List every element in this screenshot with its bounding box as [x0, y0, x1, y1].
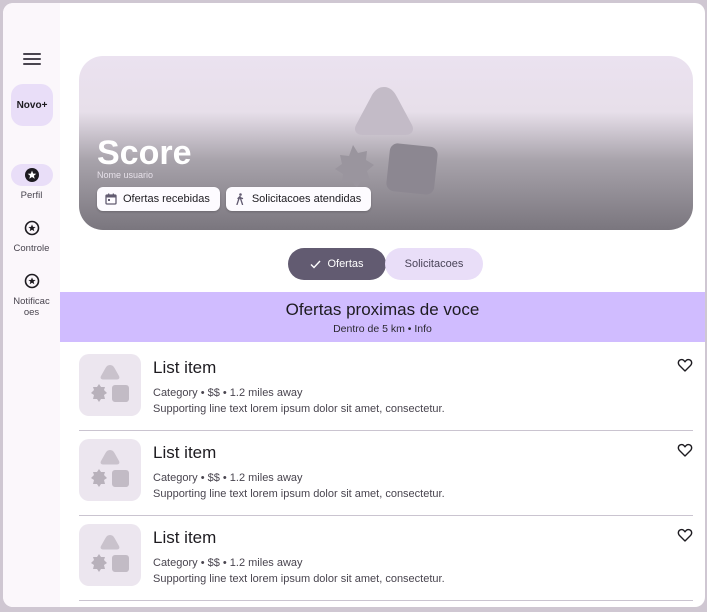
item-title: List item — [153, 528, 217, 547]
star-circle-icon — [10, 164, 53, 186]
item-supporting-text: Supporting line text lorem ipsum dolor s… — [153, 488, 445, 500]
banner-subtitle: Dentro de 5 km • Info — [333, 323, 432, 335]
item-title: List item — [153, 358, 217, 377]
placeholder-shapes-icon — [91, 450, 129, 487]
segment-ofertas[interactable]: Ofertas — [288, 248, 386, 280]
thumbnail — [79, 439, 141, 501]
thumbnail — [79, 524, 141, 586]
item-meta: Category • $$ • 1.2 miles away — [153, 387, 303, 399]
check-icon — [310, 260, 321, 269]
new-button[interactable]: Novo+ — [11, 84, 53, 126]
heart-icon[interactable] — [677, 527, 693, 543]
item-supporting-text: Supporting line text lorem ipsum dolor s… — [153, 403, 445, 415]
offers-list: List item Category • $$ • 1.2 miles away… — [79, 346, 693, 601]
user-name: Nome usuario — [97, 170, 154, 180]
item-title: List item — [153, 443, 217, 462]
chip-label: Solicitacoes atendidas — [251, 193, 362, 205]
star-circle-icon — [11, 270, 53, 292]
score-title: Score — [97, 134, 192, 172]
star-circle-icon — [11, 217, 53, 239]
list-item[interactable]: List item Category • $$ • 1.2 miles away… — [79, 346, 693, 431]
rail-item-controle[interactable]: Controle — [3, 217, 60, 254]
item-meta: Category • $$ • 1.2 miles away — [153, 472, 303, 484]
rail-label-notificacoes: Notificac oes — [13, 296, 50, 318]
list-item[interactable]: List item Category • $$ • 1.2 miles away… — [79, 516, 693, 601]
placeholder-shapes-icon — [91, 365, 129, 402]
segment-label: Ofertas — [327, 258, 364, 270]
placeholder-shapes-icon — [335, 87, 438, 195]
score-card: Score Nome usuario Ofertas recebidas Sol… — [79, 56, 693, 230]
rail-label-controle: Controle — [13, 243, 50, 254]
thumbnail — [79, 354, 141, 416]
app-window: Novo+ Perfil Controle Notificac oes Scor… — [3, 3, 705, 607]
placeholder-shapes-icon — [91, 535, 129, 572]
navigation-rail: Novo+ Perfil Controle Notificac oes — [3, 3, 60, 607]
walk-icon — [236, 193, 243, 205]
rail-item-perfil[interactable]: Perfil — [3, 164, 60, 201]
item-supporting-text: Supporting line text lorem ipsum dolor s… — [153, 573, 445, 585]
rail-item-notificacoes[interactable]: Notificac oes — [3, 270, 60, 318]
chip-solicitacoes-atendidas[interactable]: Solicitacoes atendidas — [225, 187, 372, 211]
chip-label: Ofertas recebidas — [123, 193, 210, 205]
list-item[interactable]: List item Category • $$ • 1.2 miles away… — [79, 431, 693, 516]
menu-icon[interactable] — [20, 51, 44, 67]
calendar-icon — [105, 193, 117, 205]
item-meta: Category • $$ • 1.2 miles away — [153, 557, 303, 569]
heart-icon[interactable] — [677, 442, 693, 458]
offers-banner: Ofertas proximas de voce Dentro de 5 km … — [60, 292, 705, 342]
heart-icon[interactable] — [677, 357, 693, 373]
rail-label-perfil: Perfil — [20, 190, 43, 201]
segmented-control: Ofertas Solicitacoes — [288, 248, 483, 280]
chip-ofertas-recebidas[interactable]: Ofertas recebidas — [97, 187, 220, 211]
segment-solicitacoes[interactable]: Solicitacoes — [385, 248, 483, 280]
banner-title: Ofertas proximas de voce — [285, 300, 480, 319]
